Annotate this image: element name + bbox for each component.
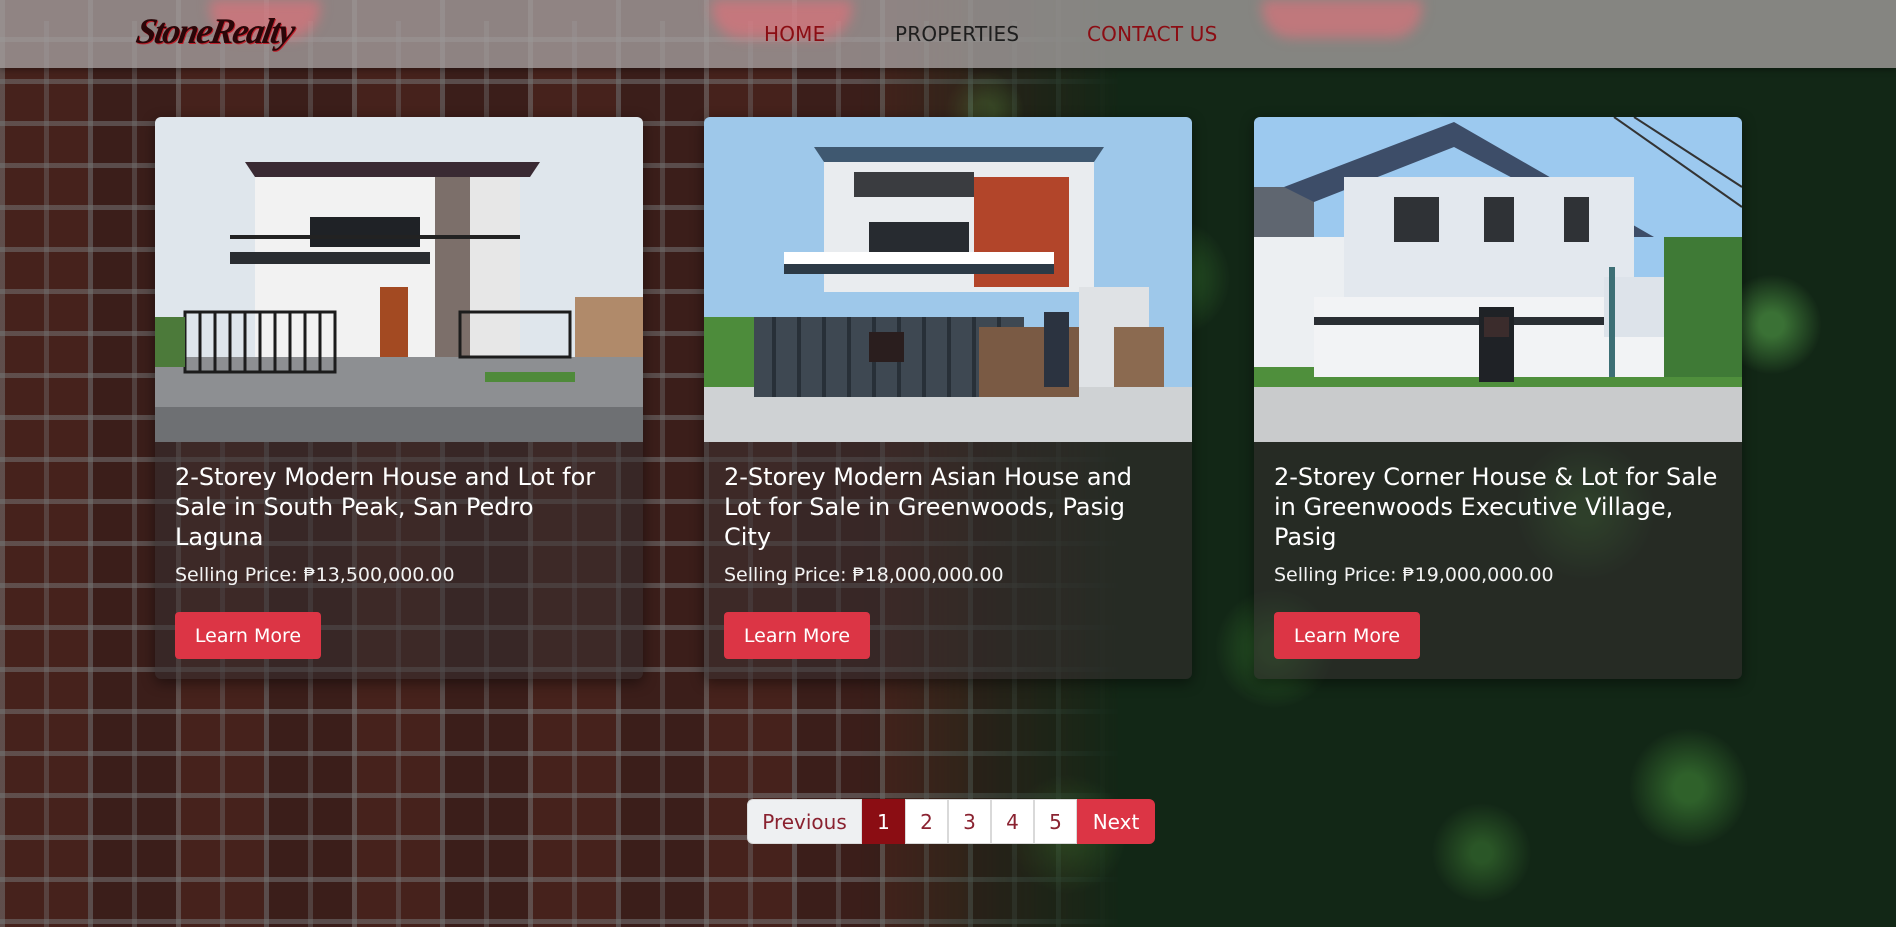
property-photo[interactable] — [704, 117, 1192, 442]
brand-logo[interactable]: StoneRealty — [133, 10, 296, 52]
property-card: 2-Storey Corner House & Lot for Sale in … — [1254, 117, 1742, 679]
nav-properties[interactable]: PROPERTIES — [895, 22, 1019, 46]
house-photo-1 — [155, 117, 643, 442]
property-card: 2-Storey Modern Asian House and Lot for … — [704, 117, 1192, 679]
property-price: Selling Price: ₱19,000,000.00 — [1274, 564, 1554, 586]
property-price: Selling Price: ₱18,000,000.00 — [724, 564, 1004, 586]
property-title[interactable]: 2-Storey Modern House and Lot for Sale i… — [175, 462, 625, 552]
page-5-button[interactable]: 5 — [1034, 799, 1077, 844]
learn-more-button[interactable]: Learn More — [1274, 612, 1420, 659]
property-price: Selling Price: ₱13,500,000.00 — [175, 564, 455, 586]
page-3-button[interactable]: 3 — [948, 799, 991, 844]
property-title[interactable]: 2-Storey Corner House & Lot for Sale in … — [1274, 462, 1724, 552]
page-2-button[interactable]: 2 — [905, 799, 948, 844]
previous-page-button[interactable]: Previous — [747, 799, 862, 844]
property-title[interactable]: 2-Storey Modern Asian House and Lot for … — [724, 462, 1174, 552]
navbar-glow — [1262, 0, 1422, 38]
nav-home[interactable]: HOME — [764, 22, 825, 46]
property-photo[interactable] — [1254, 117, 1742, 442]
learn-more-button[interactable]: Learn More — [724, 612, 870, 659]
property-card: 2-Storey Modern House and Lot for Sale i… — [155, 117, 643, 679]
page-4-button[interactable]: 4 — [991, 799, 1034, 844]
next-page-button[interactable]: Next — [1077, 799, 1155, 844]
pagination: Previous 1 2 3 4 5 Next — [747, 799, 1155, 844]
house-photo-2 — [704, 117, 1192, 442]
top-navbar: StoneRealty HOME PROPERTIES CONTACT US — [0, 0, 1896, 68]
nav-contact-us[interactable]: CONTACT US — [1087, 22, 1218, 46]
page-1-button[interactable]: 1 — [862, 799, 905, 844]
learn-more-button[interactable]: Learn More — [175, 612, 321, 659]
property-photo[interactable] — [155, 117, 643, 442]
house-photo-3 — [1254, 117, 1742, 442]
